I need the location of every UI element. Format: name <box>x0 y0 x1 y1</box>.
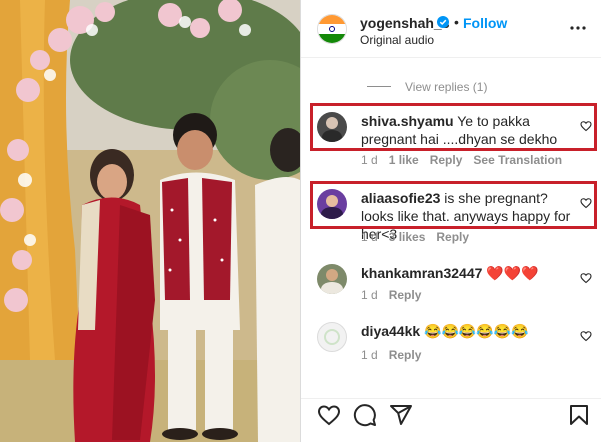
heart-icon[interactable] <box>580 120 592 132</box>
save-icon[interactable] <box>567 403 591 427</box>
comment-body: shiva.shyamu Ye to pakka pregnant hai ..… <box>361 112 561 148</box>
header-separator: • <box>454 14 459 30</box>
comment-username[interactable]: shiva.shyamu <box>361 113 454 129</box>
comment-body: diya44kk 😂😂😂😂😂😂 <box>361 322 561 340</box>
comment-text: ❤️❤️❤️ <box>486 265 539 281</box>
heart-icon[interactable] <box>580 272 592 284</box>
comment-text: 😂😂😂😂😂😂 <box>424 323 529 339</box>
comment-time: 1 d <box>361 288 378 302</box>
heart-icon[interactable] <box>580 330 592 342</box>
comment-likes[interactable]: 1 like <box>389 153 419 167</box>
comment-body: khankamran32447 ❤️❤️❤️ <box>361 264 561 282</box>
share-icon[interactable] <box>389 403 413 427</box>
comment-reply-button[interactable]: Reply <box>436 230 469 244</box>
comment-time: 1 d <box>361 348 378 362</box>
comment-reply-button[interactable]: Reply <box>430 153 463 167</box>
comment-likes[interactable]: 3 likes <box>389 230 426 244</box>
comment-reply-button[interactable]: Reply <box>389 348 422 362</box>
post-actions-bar <box>301 398 601 442</box>
comment-time: 1 d <box>361 230 378 244</box>
comment-meta: 1 d 1 like Reply See Translation <box>361 153 573 167</box>
view-replies-button[interactable]: View replies (1) <box>367 79 487 94</box>
comment-avatar[interactable] <box>317 264 347 294</box>
heart-icon[interactable] <box>580 197 592 209</box>
comment-username[interactable]: aliaasofie23 <box>361 190 440 206</box>
comment-meta: 1 d Reply <box>361 288 432 302</box>
comment-username[interactable]: khankamran32447 <box>361 265 482 281</box>
heart-icon[interactable] <box>317 403 341 427</box>
post-photo <box>0 0 300 442</box>
replies-divider <box>367 86 391 88</box>
post-sidebar: yogenshah_s • Follow Original audio View… <box>300 0 601 442</box>
comment-icon[interactable] <box>353 403 377 427</box>
more-options-icon[interactable] <box>569 20 587 36</box>
follow-button[interactable]: Follow <box>463 15 507 31</box>
comment-avatar[interactable] <box>317 322 347 352</box>
comment-avatar[interactable] <box>317 189 347 219</box>
comment-reply-button[interactable]: Reply <box>389 288 422 302</box>
comment-avatar[interactable] <box>317 112 347 142</box>
comment-meta: 1 d 3 likes Reply <box>361 230 480 244</box>
audio-label[interactable]: Original audio <box>360 33 434 47</box>
comment-time: 1 d <box>361 153 378 167</box>
author-avatar[interactable] <box>317 14 347 44</box>
verified-badge-icon <box>437 16 449 28</box>
comment-username[interactable]: diya44kk <box>361 323 420 339</box>
comment-meta: 1 d Reply <box>361 348 432 362</box>
post-header: yogenshah_s • Follow Original audio <box>301 0 601 58</box>
see-translation-button[interactable]: See Translation <box>473 153 562 167</box>
post-media[interactable] <box>0 0 300 442</box>
view-replies-label: View replies (1) <box>405 79 488 94</box>
